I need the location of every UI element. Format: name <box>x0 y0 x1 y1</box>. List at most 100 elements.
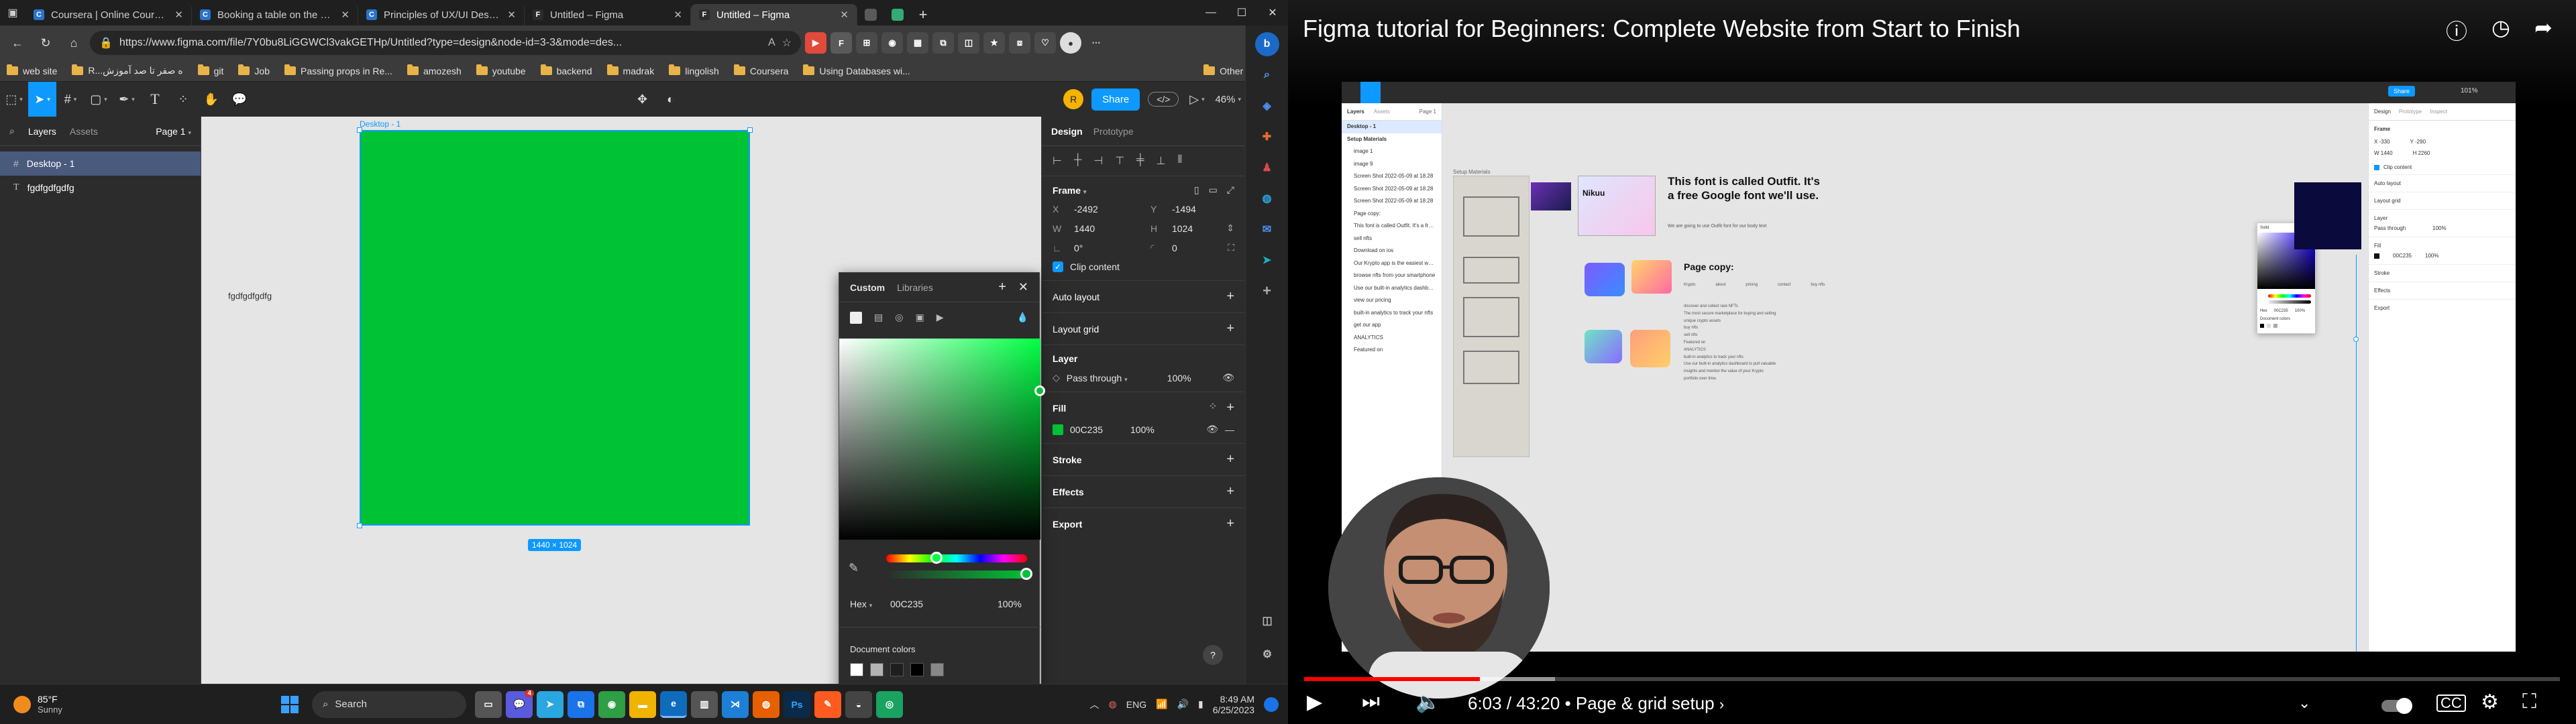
remove-fill-icon[interactable]: — <box>1225 424 1234 435</box>
align-left-icon[interactable]: ⊢ <box>1053 154 1062 168</box>
fullscreen-icon[interactable]: ⛶ <box>2522 690 2536 713</box>
outlook-icon[interactable]: ✉ <box>1255 217 1279 241</box>
opacity-handle[interactable] <box>1020 568 1032 580</box>
app-dark-icon[interactable]: ◒ <box>845 690 872 718</box>
independent-corners-icon[interactable]: ⛶ <box>1228 242 1234 253</box>
tab-close-icon[interactable]: ✕ <box>674 9 682 21</box>
constrain-proportions-icon[interactable]: ⇕ <box>1226 223 1234 234</box>
main-menu-icon[interactable]: ⬚ ▾ <box>0 82 28 117</box>
bookmark-item[interactable]: R...ه صفر تا صد آموزش <box>72 64 183 76</box>
refresh-icon[interactable]: ↻ <box>34 31 58 55</box>
clock[interactable]: 8:49 AM 6/25/2023 <box>1213 694 1254 715</box>
text-tool-icon[interactable]: T <box>141 82 169 117</box>
chat-icon[interactable]: 💬 4 <box>506 689 534 718</box>
taskbar-search[interactable]: ⌕ Search <box>312 690 466 718</box>
tab-2[interactable]: C Booking a table on the Little Lem ✕ <box>192 4 358 25</box>
frame-tool-icon[interactable]: # ▾ <box>56 82 85 117</box>
add-effect-icon[interactable]: + <box>1226 484 1234 499</box>
office-icon[interactable]: ◍ <box>1255 186 1279 210</box>
chapter-chevron-icon[interactable]: › <box>1719 696 1724 713</box>
add-stroke-icon[interactable]: + <box>1226 452 1234 467</box>
left-search-icon[interactable]: ⌕ <box>9 125 15 137</box>
add-sidebar-app-icon[interactable]: + <box>1255 279 1279 303</box>
bookmark-item[interactable]: lingolish <box>669 64 719 76</box>
bookmark-item[interactable]: Passing props in Re... <box>284 64 392 76</box>
tab-5[interactable]: F Untitled – Figma ✕ <box>691 4 857 25</box>
read-aloud-icon[interactable]: A <box>768 37 775 49</box>
fill-styles-icon[interactable]: ⁘ <box>1209 400 1218 416</box>
visibility-eye-icon[interactable]: 👁 <box>1222 372 1234 383</box>
layer-opacity-field[interactable]: 100% <box>1167 373 1191 383</box>
notification-icon[interactable] <box>1264 697 1279 712</box>
edge-taskbar-icon[interactable]: e <box>660 690 687 718</box>
resize-handle-tr[interactable] <box>747 127 753 133</box>
present-icon[interactable]: ▷ ▾ <box>1183 82 1211 117</box>
picker-close-icon[interactable]: ✕ <box>1018 280 1028 294</box>
fill-opacity-field[interactable]: 100% <box>1130 424 1155 435</box>
add-auto-layout-icon[interactable]: + <box>1226 289 1234 304</box>
file-explorer-icon[interactable]: ▬ <box>629 690 656 718</box>
tray-app-icon[interactable]: ◍ <box>1109 699 1117 710</box>
align-right-icon[interactable]: ⊣ <box>1093 154 1103 168</box>
app-grey-icon[interactable]: ▥ <box>691 690 718 718</box>
component-icon[interactable]: ✥ <box>629 82 657 117</box>
tab-close-icon[interactable]: ✕ <box>840 9 849 21</box>
url-field[interactable]: 🔒 https://www.figma.com/file/7Y0bu8LiGGW… <box>90 31 801 55</box>
comment-tool-icon[interactable]: 💬 <box>225 82 254 117</box>
chapter-title[interactable]: • Page & grid setup <box>1565 693 1715 713</box>
telegram-icon[interactable]: ➤ <box>537 690 564 718</box>
tab-actions-icon[interactable]: ▣ <box>0 0 25 25</box>
tab-1[interactable]: C Coursera | Online Courses & Cre ✕ <box>25 4 192 25</box>
shape-tool-icon[interactable]: ▢ ▾ <box>85 82 113 117</box>
align-middle-icon[interactable]: ╪ <box>1136 154 1144 168</box>
doc-color-swatch[interactable] <box>930 663 944 676</box>
tab-close-icon[interactable]: ✕ <box>174 9 183 21</box>
more-menu-icon[interactable]: ⋯ <box>1085 32 1107 54</box>
tab-close-icon[interactable]: ✕ <box>341 9 350 21</box>
windows-start-icon[interactable] <box>276 691 303 718</box>
autoplay-toggle[interactable] <box>2381 695 2412 717</box>
share-button[interactable]: Share <box>1087 82 1144 117</box>
picker-add-icon[interactable]: + <box>998 280 1006 295</box>
app-orange-icon[interactable]: ✎ <box>814 690 841 718</box>
tab-layers[interactable]: Layers <box>28 126 56 137</box>
saturation-field[interactable] <box>839 339 1040 540</box>
tab-assets[interactable]: Assets <box>70 126 98 137</box>
tray-chevron-icon[interactable]: ︿ <box>1090 698 1099 711</box>
user-avatar[interactable]: R <box>1059 82 1087 117</box>
align-bottom-icon[interactable]: ⊥ <box>1157 154 1166 168</box>
photoshop-icon[interactable]: Ps <box>784 690 810 718</box>
resize-handle-bl[interactable] <box>357 523 362 528</box>
captions-icon[interactable]: CC <box>2436 695 2466 712</box>
chrome-icon[interactable]: ◎ <box>876 690 903 718</box>
drop-icon[interactable]: ➤ <box>1255 248 1279 272</box>
tab-design[interactable]: Design <box>1051 126 1083 137</box>
video-title[interactable]: Figma tutorial for Beginners: Complete W… <box>1303 15 2021 43</box>
wifi-icon[interactable]: 📶 <box>1156 699 1167 710</box>
fill-hex-field[interactable]: 00C235 <box>1070 424 1124 435</box>
y-field[interactable]: -1494 <box>1172 204 1196 215</box>
share-icon[interactable]: ➦ <box>2534 15 2553 46</box>
help-button[interactable]: ? <box>1203 645 1223 665</box>
solid-fill-icon[interactable] <box>850 312 862 324</box>
back-icon[interactable]: ← <box>5 31 30 55</box>
collections-icon[interactable]: ⧈ <box>1009 32 1030 54</box>
vscode-icon[interactable]: ⋊ <box>722 690 749 718</box>
watch-later-icon[interactable]: ◷ <box>2491 15 2510 46</box>
tab-pinned-2[interactable] <box>884 4 911 25</box>
eyedropper-icon[interactable]: ✎ <box>849 561 859 575</box>
home-icon[interactable]: ⌂ <box>62 31 86 55</box>
tab-4[interactable]: F Untitled – Figma ✕ <box>525 4 691 25</box>
resize-handle-tl[interactable] <box>357 127 362 133</box>
fill-swatch[interactable] <box>1053 424 1063 435</box>
games-icon[interactable]: ♟ <box>1255 156 1279 180</box>
doc-color-swatch[interactable] <box>850 663 863 676</box>
canvas-text-node[interactable]: fgdfgdfgdfg <box>228 291 272 301</box>
distribute-icon[interactable]: ⫴ <box>1177 154 1182 168</box>
bookmark-item[interactable]: amozesh <box>407 64 462 76</box>
doc-color-swatch[interactable] <box>910 663 924 676</box>
resize-to-fit-icon[interactable]: ⤢ <box>1227 184 1234 196</box>
extension-red-icon[interactable]: ▶ <box>805 32 826 54</box>
tools-icon[interactable]: ✚ <box>1255 125 1279 149</box>
progress-bar[interactable] <box>1304 677 2560 681</box>
